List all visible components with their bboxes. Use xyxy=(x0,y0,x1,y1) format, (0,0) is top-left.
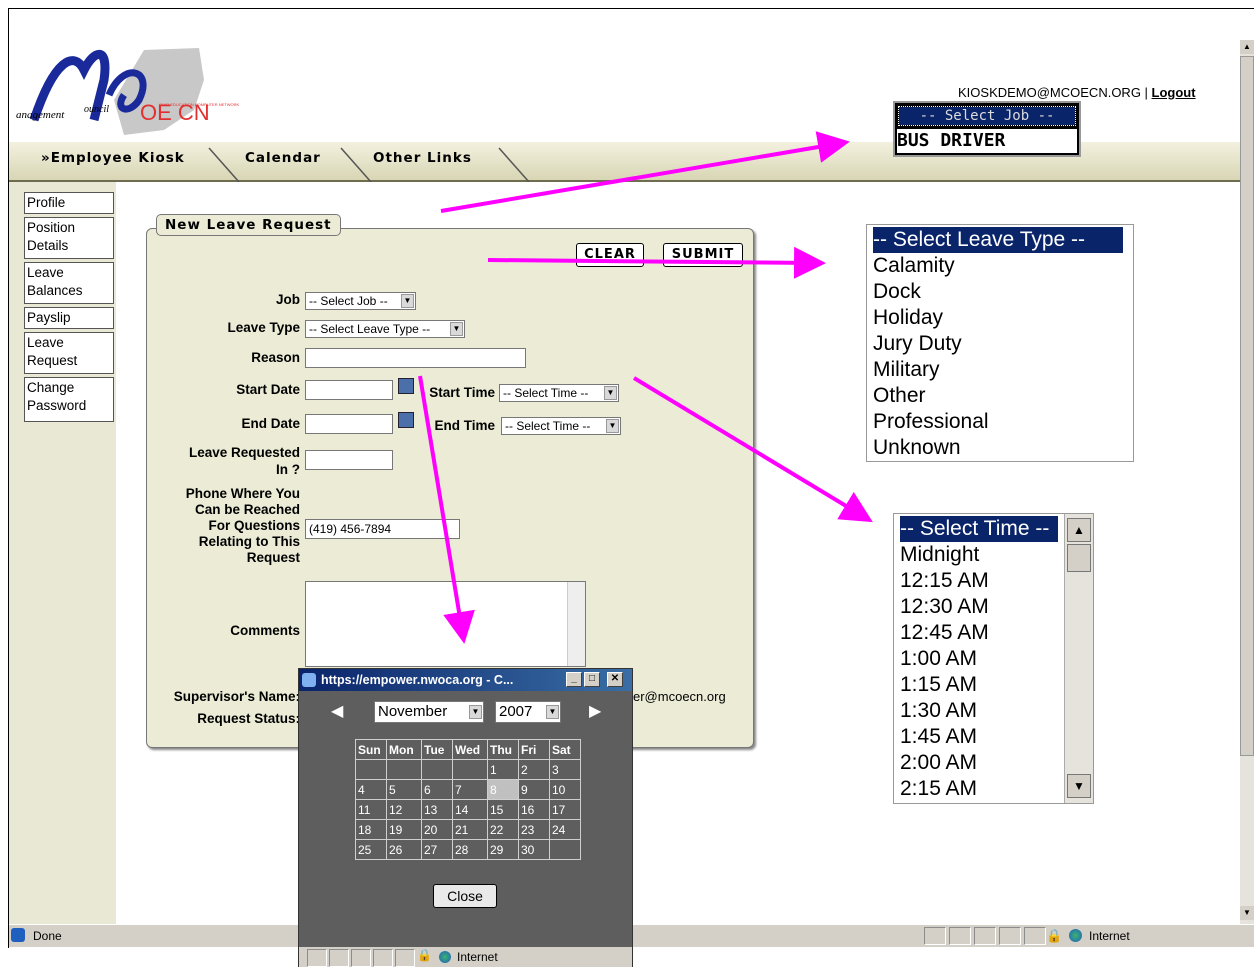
arrow-to-time-zoom xyxy=(632,376,873,523)
annotation-arrows xyxy=(418,131,873,644)
arrow-to-calendar-popup xyxy=(418,375,475,644)
arrow-to-leave-type-zoom xyxy=(487,246,826,279)
arrow-to-job-zoom xyxy=(440,131,850,213)
